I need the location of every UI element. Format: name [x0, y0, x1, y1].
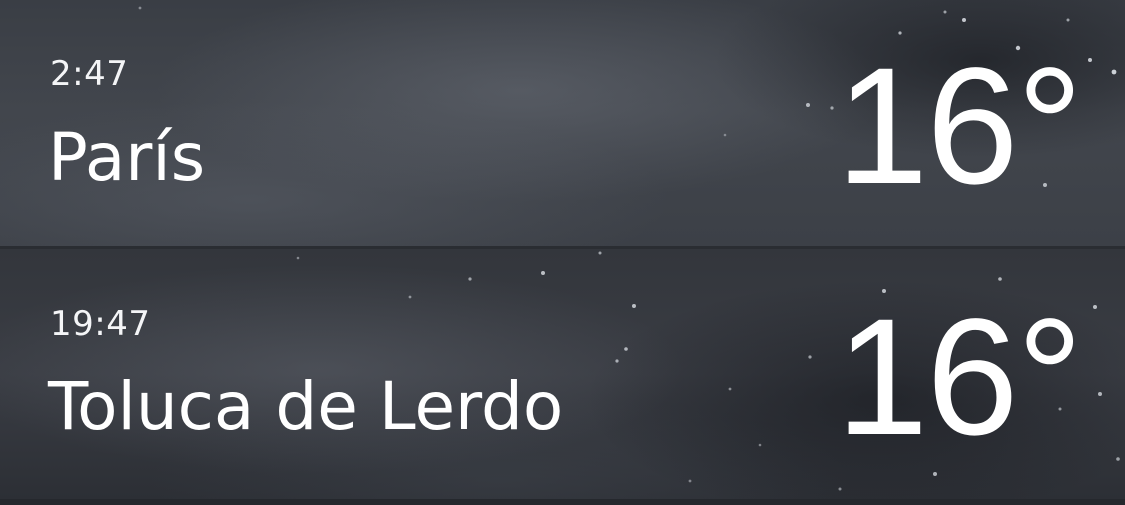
weather-location-list: 2:47 París 16° 19:47 Toluca de Lerdo 16° [0, 0, 1125, 505]
city-name: Toluca de Lerdo [48, 368, 564, 445]
location-row-paris[interactable]: 2:47 París 16° [0, 0, 1125, 246]
current-temperature: 16° [835, 285, 1083, 470]
local-time: 2:47 [50, 54, 129, 94]
list-bottom-divider [0, 499, 1125, 505]
current-temperature: 16° [835, 34, 1083, 219]
local-time: 19:47 [50, 304, 151, 344]
city-name: París [48, 119, 206, 196]
location-row-toluca-de-lerdo[interactable]: 19:47 Toluca de Lerdo 16° [0, 249, 1125, 499]
